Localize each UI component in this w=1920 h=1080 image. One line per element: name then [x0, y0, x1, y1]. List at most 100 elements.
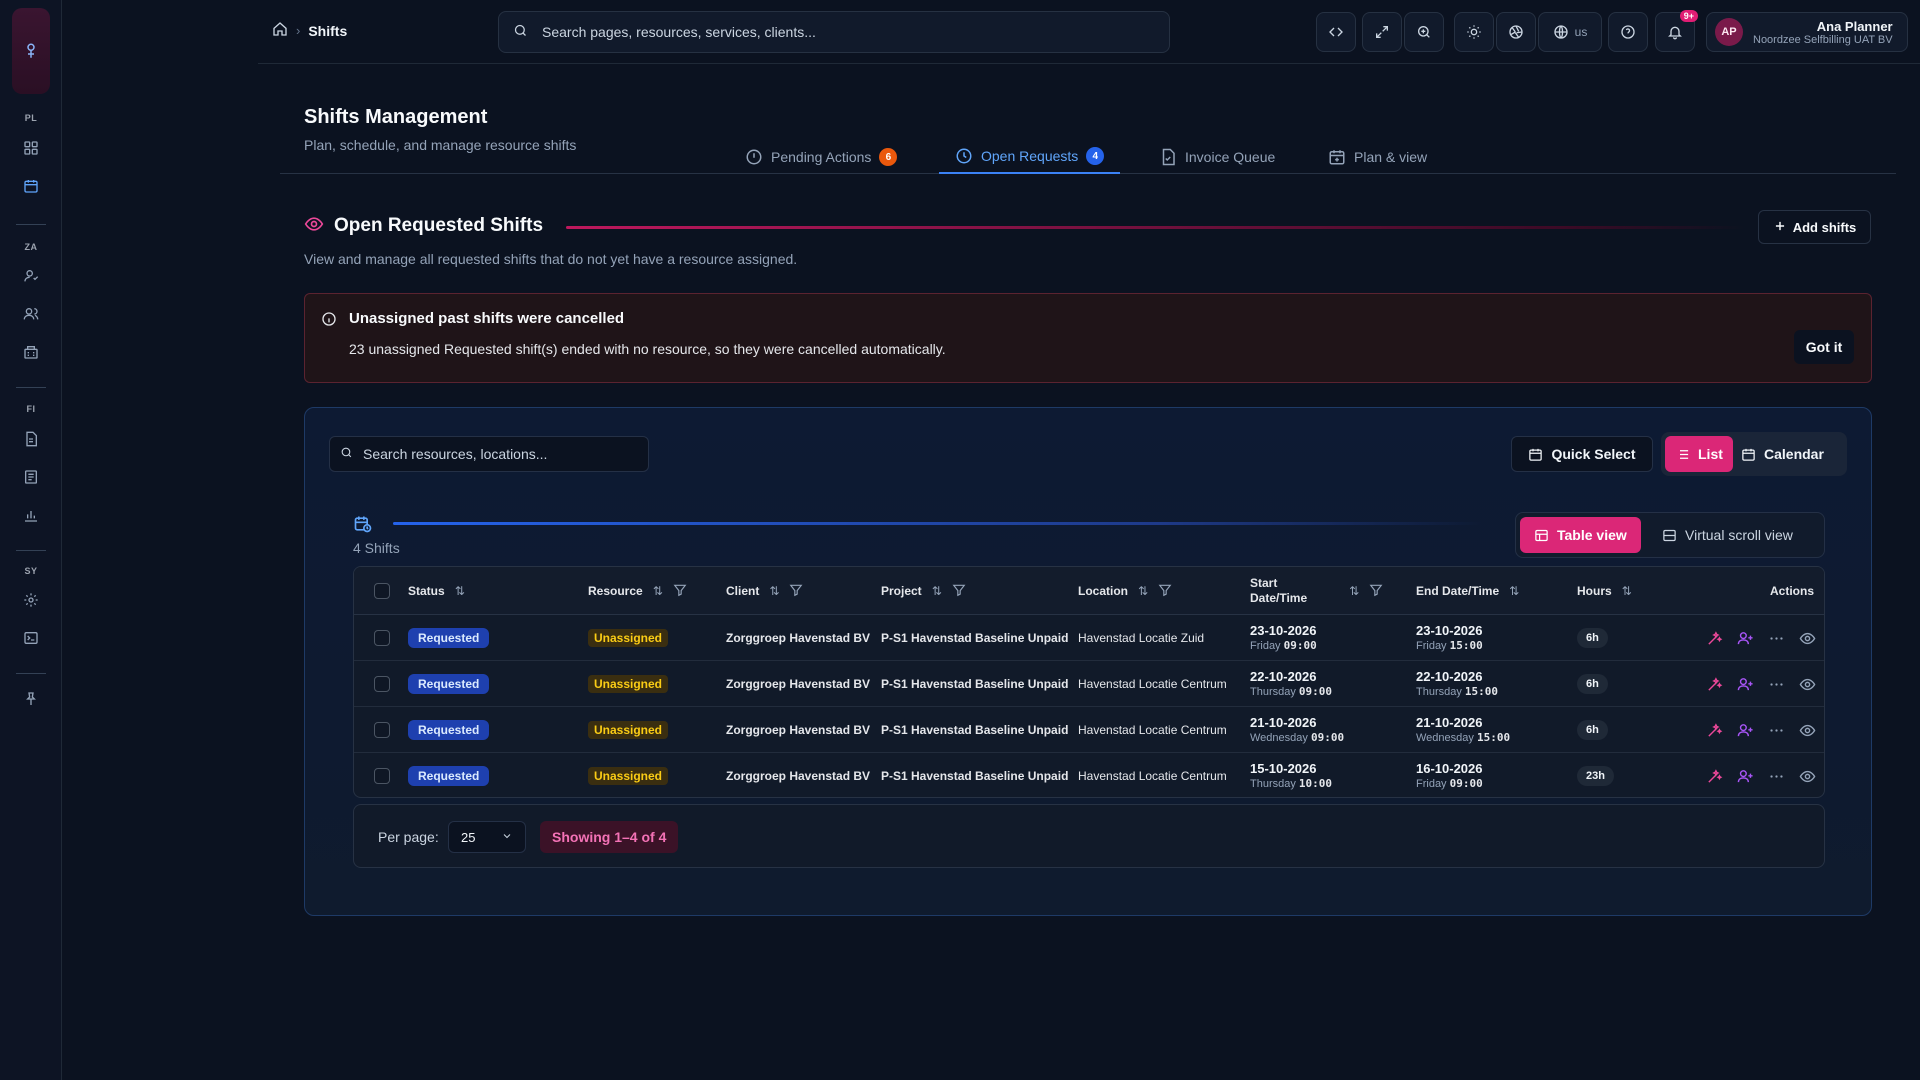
quick-select-button[interactable]: Quick Select: [1511, 436, 1653, 472]
tab-pending-actions[interactable]: Pending Actions 6: [745, 140, 898, 174]
tab-label: Open Requests: [981, 148, 1079, 164]
filter-icon[interactable]: [952, 583, 966, 600]
assign-user-icon[interactable]: [1737, 630, 1754, 647]
aperture-button[interactable]: [1496, 12, 1536, 52]
col-project[interactable]: Project ⇅: [881, 567, 966, 615]
eye-icon[interactable]: [1799, 722, 1816, 739]
search-icon: [513, 23, 528, 41]
end-date: 22-10-2026: [1416, 668, 1483, 684]
collapse-button[interactable]: [1316, 12, 1356, 52]
assign-user-icon[interactable]: [1737, 768, 1754, 785]
magic-wand-icon[interactable]: [1706, 676, 1723, 693]
start-day: Friday: [1250, 639, 1281, 652]
status-badge: Requested: [408, 674, 490, 694]
sort-icon[interactable]: ⇅: [455, 584, 465, 598]
calendar-view-button[interactable]: Calendar: [1731, 436, 1834, 472]
user-menu[interactable]: AP Ana Planner Noordzee Selfbilling UAT …: [1706, 12, 1908, 52]
row-checkbox[interactable]: [374, 753, 390, 797]
global-search-input[interactable]: Search pages, resources, services, clien…: [498, 11, 1170, 53]
gear-icon[interactable]: [19, 588, 43, 612]
sort-icon[interactable]: ⇅: [653, 584, 663, 598]
more-icon[interactable]: [1768, 630, 1785, 647]
more-icon[interactable]: [1768, 676, 1785, 693]
eye-icon[interactable]: [1799, 676, 1816, 693]
virtual-scroll-view-button[interactable]: Virtual scroll view: [1648, 517, 1807, 553]
assign-user-icon[interactable]: [1737, 722, 1754, 739]
project-cell: P-S1 Havenstad Baseline Unpaid: [881, 723, 1069, 737]
per-page-label: Per page:: [378, 829, 439, 845]
col-client[interactable]: Client ⇅: [726, 567, 803, 615]
col-end[interactable]: End Date/Time ⇅: [1416, 567, 1519, 615]
per-page-select[interactable]: 25: [448, 821, 526, 853]
row-checkbox[interactable]: [374, 707, 390, 753]
chart-icon[interactable]: [19, 503, 43, 527]
table-row[interactable]: Requested Unassigned Zorggroep Havenstad…: [354, 707, 1824, 753]
language-select[interactable]: us: [1538, 12, 1602, 52]
resource-cell: Unassigned: [588, 707, 669, 753]
eye-icon[interactable]: [1799, 768, 1816, 785]
end-datetime-cell: 21-10-2026 Wednesday 15:00: [1416, 707, 1510, 753]
table-row[interactable]: Requested Unassigned Zorggroep Havenstad…: [354, 753, 1824, 797]
sort-icon[interactable]: ⇅: [932, 584, 942, 598]
tab-open-requests[interactable]: Open Requests 4: [939, 140, 1121, 174]
col-location[interactable]: Location ⇅: [1078, 567, 1172, 615]
sort-icon[interactable]: ⇅: [1349, 584, 1359, 598]
resource-search-input[interactable]: Search resources, locations...: [329, 436, 649, 472]
magic-wand-icon[interactable]: [1706, 722, 1723, 739]
table-row[interactable]: Requested Unassigned Zorggroep Havenstad…: [354, 661, 1824, 707]
table-row[interactable]: Requested Unassigned Zorggroep Havenstad…: [354, 615, 1824, 661]
sidebar-gutter: [62, 0, 258, 1080]
sort-icon[interactable]: ⇅: [769, 584, 779, 598]
users-icon[interactable]: [19, 302, 43, 326]
add-shifts-button[interactable]: Add shifts: [1758, 210, 1871, 244]
row-checkbox[interactable]: [374, 615, 390, 661]
col-start[interactable]: Start Date/Time ⇅: [1250, 567, 1383, 615]
sort-icon[interactable]: ⇅: [1622, 584, 1632, 598]
ledger-icon[interactable]: [19, 465, 43, 489]
breadcrumb-current[interactable]: Shifts: [308, 23, 347, 39]
building-icon[interactable]: [19, 340, 43, 364]
col-resource[interactable]: Resource ⇅: [588, 567, 687, 615]
app-logo[interactable]: [12, 8, 50, 94]
calendar-icon[interactable]: [19, 174, 43, 198]
col-hours[interactable]: Hours ⇅: [1577, 567, 1632, 615]
table-view-button[interactable]: Table view: [1520, 517, 1641, 553]
more-icon[interactable]: [1768, 768, 1785, 785]
home-icon[interactable]: [272, 21, 288, 40]
tab-invoice-queue[interactable]: Invoice Queue: [1159, 140, 1275, 174]
tab-plan-view[interactable]: Plan & view: [1328, 140, 1427, 174]
theme-toggle-button[interactable]: [1454, 12, 1494, 52]
user-icon[interactable]: [19, 264, 43, 288]
sort-icon[interactable]: ⇅: [1138, 584, 1148, 598]
eye-icon[interactable]: [1799, 630, 1816, 647]
got-it-button[interactable]: Got it: [1794, 330, 1854, 364]
filter-icon[interactable]: [1158, 583, 1172, 600]
hours-badge: 6h: [1577, 628, 1608, 648]
assign-user-icon[interactable]: [1737, 676, 1754, 693]
hours-badge: 23h: [1577, 766, 1614, 786]
project-cell: P-S1 Havenstad Baseline Unpaid: [881, 677, 1069, 691]
client-cell: Zorggroep Havenstad BV: [726, 631, 871, 645]
more-icon[interactable]: [1768, 722, 1785, 739]
terminal-icon[interactable]: [19, 626, 43, 650]
filter-icon[interactable]: [789, 583, 803, 600]
end-datetime-cell: 22-10-2026 Thursday 15:00: [1416, 661, 1498, 707]
magic-wand-icon[interactable]: [1706, 630, 1723, 647]
col-status[interactable]: Status ⇅: [408, 567, 465, 615]
dashboard-icon[interactable]: [19, 136, 43, 160]
row-checkbox[interactable]: [374, 661, 390, 707]
filter-icon[interactable]: [673, 583, 687, 600]
col-location-label: Location: [1078, 584, 1128, 598]
document-icon[interactable]: [19, 427, 43, 451]
magic-wand-icon[interactable]: [1706, 768, 1723, 785]
help-button[interactable]: [1608, 12, 1648, 52]
zoom-button[interactable]: [1404, 12, 1444, 52]
fullscreen-button[interactable]: [1362, 12, 1402, 52]
sort-icon[interactable]: ⇅: [1509, 584, 1519, 598]
pin-icon[interactable]: [19, 687, 43, 711]
select-all-checkbox[interactable]: [374, 567, 390, 615]
filter-icon[interactable]: [1369, 583, 1383, 600]
table-icon: [1535, 529, 1548, 541]
notifications-button[interactable]: 9+: [1655, 10, 1698, 52]
list-view-button[interactable]: List: [1665, 436, 1733, 472]
